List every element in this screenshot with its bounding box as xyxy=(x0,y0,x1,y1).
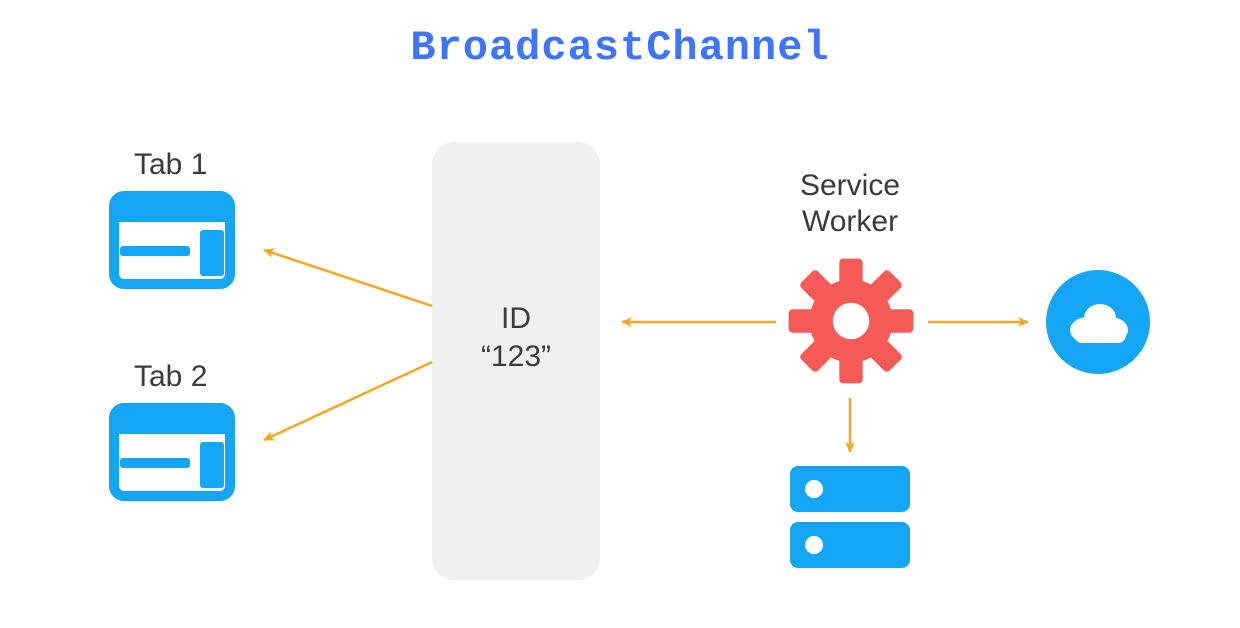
browser-tab-icon xyxy=(108,190,236,290)
storage-icon xyxy=(788,462,912,574)
broadcast-channel-label: ID “123” xyxy=(432,300,600,375)
arrow-channel-to-tab1 xyxy=(264,250,432,306)
service-worker-label-line2: Worker xyxy=(802,205,898,238)
diagram-title: BroadcastChannel xyxy=(0,24,1240,72)
gear-icon xyxy=(786,256,916,386)
arrow-channel-to-tab2 xyxy=(264,362,432,440)
cloud-icon xyxy=(1044,268,1152,376)
service-worker-label: Service Worker xyxy=(750,168,950,240)
channel-id-value: “123” xyxy=(481,340,551,373)
browser-tab-icon xyxy=(108,402,236,502)
tab-1-label: Tab 1 xyxy=(134,148,207,182)
service-worker-label-line1: Service xyxy=(800,169,900,202)
channel-id-label: ID xyxy=(501,302,531,335)
tab-2-label: Tab 2 xyxy=(134,360,207,394)
diagram-stage: BroadcastChannel ID “123” Tab 1 Tab 2 Se… xyxy=(0,0,1240,628)
